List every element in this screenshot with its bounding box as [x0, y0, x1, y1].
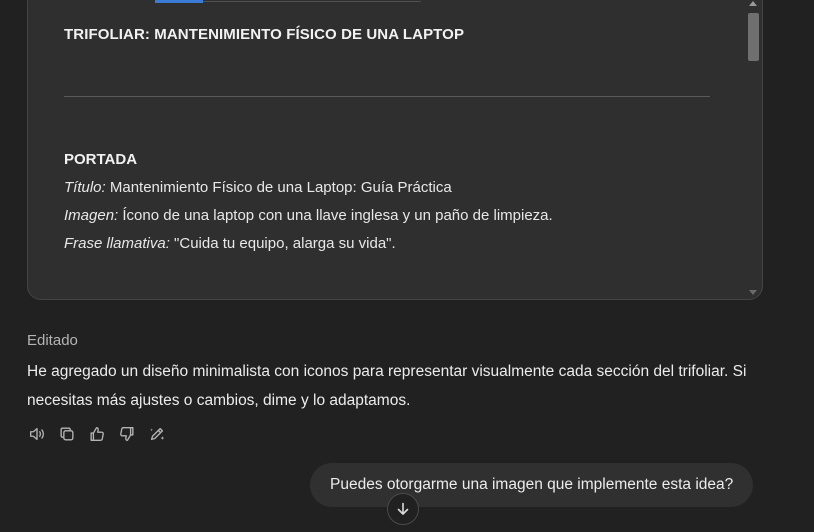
scroll-down-arrow-icon[interactable] [749, 290, 757, 295]
doc-line-text: Ícono de una laptop con una llave ingles… [118, 207, 553, 224]
read-aloud-button[interactable] [27, 424, 47, 444]
good-response-button[interactable] [87, 424, 107, 444]
doc-line-titulo: Título: Mantenimiento Físico de una Lapt… [64, 179, 452, 196]
canvas-scrollbar[interactable] [746, 1, 760, 297]
assistant-message: He agregado un diseño minimalista con ic… [27, 363, 747, 409]
doc-line-imagen: Imagen: Ícono de una laptop con una llav… [64, 207, 553, 224]
doc-line-label: Título: [64, 179, 106, 196]
doc-line-text: Mantenimiento Físico de una Laptop: Guía… [105, 179, 452, 196]
bad-response-button[interactable] [117, 424, 137, 444]
document-title: TRIFOLIAR: MANTENIMIENTO FÍSICO DE UNA L… [64, 26, 465, 43]
thumbs-down-icon [120, 427, 134, 441]
thumbs-up-icon [90, 427, 104, 441]
doc-line-text: "Cuida tu equipo, alarga su vida". [169, 235, 396, 252]
document-divider [64, 96, 710, 97]
edit-in-canvas-button[interactable] [147, 424, 167, 444]
canvas-document-card[interactable]: TRIFOLIAR: MANTENIMIENTO FÍSICO DE UNA L… [27, 0, 763, 300]
edit-canvas-icon [150, 427, 165, 441]
scroll-up-arrow-icon[interactable] [749, 1, 757, 6]
doc-line-label: Frase llamativa: [64, 235, 170, 252]
doc-line-label: Imagen: [64, 207, 119, 224]
speaker-icon [30, 427, 44, 441]
scrollbar-thumb[interactable] [748, 13, 759, 61]
user-message-text: Puedes otorgarme una imagen que implemen… [330, 476, 734, 493]
doc-line-frase: Frase llamativa: "Cuida tu equipo, alarg… [64, 235, 396, 252]
edited-label: Editado [27, 332, 78, 349]
active-tab-indicator [155, 0, 203, 3]
arrow-down-icon [397, 502, 409, 515]
message-action-bar [27, 424, 167, 444]
copy-button[interactable] [57, 424, 77, 444]
copy-icon [60, 427, 74, 441]
section-heading-portada: PORTADA [64, 151, 138, 168]
user-message-bubble: Puedes otorgarme una imagen que implemen… [310, 463, 754, 507]
canvas-tab-bar [28, 0, 762, 3]
scroll-to-bottom-button[interactable] [387, 493, 419, 525]
